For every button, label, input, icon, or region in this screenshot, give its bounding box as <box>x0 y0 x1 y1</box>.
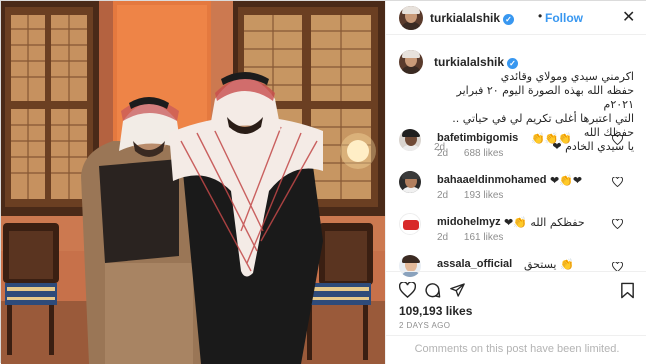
post-details-panel: turkialalshik ✓ • Follow ✕ turkialalshik ✓… <box>385 1 646 364</box>
heart-icon[interactable] <box>399 282 416 298</box>
post-header: turkialalshik ✓ • Follow ✕ <box>386 1 646 35</box>
heart-icon[interactable] <box>612 219 623 229</box>
close-icon[interactable]: ✕ <box>622 7 635 26</box>
comment-text: ❤👏❤ <box>550 174 583 187</box>
post-photo[interactable] <box>1 1 385 364</box>
comment-item: bafetimbigomis 👏👏👏 2d 688 likes <box>386 127 646 167</box>
comment-icon[interactable] <box>424 282 441 299</box>
comment-meta: 2d 688 likes <box>437 148 516 159</box>
post-actions: 109,193 likes 2 DAYS AGO <box>386 271 646 341</box>
post-timestamp[interactable]: 2 DAYS AGO <box>399 321 450 330</box>
author-username[interactable]: turkialalshik ✓ <box>430 11 515 25</box>
post-image <box>1 1 385 364</box>
bookmark-icon[interactable] <box>620 282 635 299</box>
heart-icon[interactable] <box>612 177 623 187</box>
commenter-avatar[interactable] <box>399 213 421 235</box>
comment-likes[interactable]: 161 likes <box>464 232 503 243</box>
comment-likes[interactable]: 193 likes <box>464 190 503 201</box>
verified-badge-icon: ✓ <box>503 14 515 25</box>
commenter-avatar[interactable] <box>399 171 421 193</box>
commenter-username[interactable]: midohelmyz <box>437 216 501 228</box>
comment-text: 👏👏👏 <box>531 132 573 145</box>
comment-age[interactable]: 2d <box>437 190 448 201</box>
comment-meta: 2d 193 likes <box>437 190 516 201</box>
separator-dot: • <box>538 9 543 23</box>
likes-count[interactable]: 109,193 likes <box>399 304 472 318</box>
comments-limited-notice: Comments on this post have been limited. <box>414 343 620 355</box>
comments-footer: Comments on this post have been limited. <box>386 335 646 364</box>
comment-meta: 2d 161 likes <box>437 232 516 243</box>
caption-line: اكرمني سيدي ومولاي وقائدي <box>500 70 634 83</box>
post-modal: turkialalshik ✓ • Follow ✕ turkialalshik ✓… <box>0 0 646 364</box>
comment-text: حفظكم الله 👏❤ <box>504 216 585 229</box>
commenter-username[interactable]: bafetimbigomis <box>437 132 518 144</box>
verified-badge-icon: ✓ <box>507 58 519 69</box>
comment-item: bahaaeldinmohamed ❤👏❤ 2d 193 likes <box>386 169 646 209</box>
author-avatar[interactable] <box>399 6 423 30</box>
caption-author-username[interactable]: turkialalshik ✓ <box>434 55 519 69</box>
comment-item: midohelmyz حفظكم الله 👏❤ 2d 161 likes <box>386 211 646 251</box>
commenter-avatar[interactable] <box>399 129 421 151</box>
heart-icon[interactable] <box>612 135 623 145</box>
commenter-username[interactable]: bahaaeldinmohamed <box>437 174 546 186</box>
caption-line: حفظه الله بهذه الصورة اليوم ٢٠ فبراير ٢٠… <box>456 84 634 111</box>
follow-button[interactable]: Follow <box>545 11 583 25</box>
comment-age[interactable]: 2d <box>437 232 448 243</box>
comment-likes[interactable]: 688 likes <box>464 148 503 159</box>
paper-plane-icon[interactable] <box>449 282 466 298</box>
comment-text: 👏 يستحق <box>524 258 574 271</box>
commenter-username[interactable]: assala_official <box>437 258 512 270</box>
caption-author-avatar[interactable] <box>399 50 423 74</box>
comment-age[interactable]: 2d <box>437 148 448 159</box>
